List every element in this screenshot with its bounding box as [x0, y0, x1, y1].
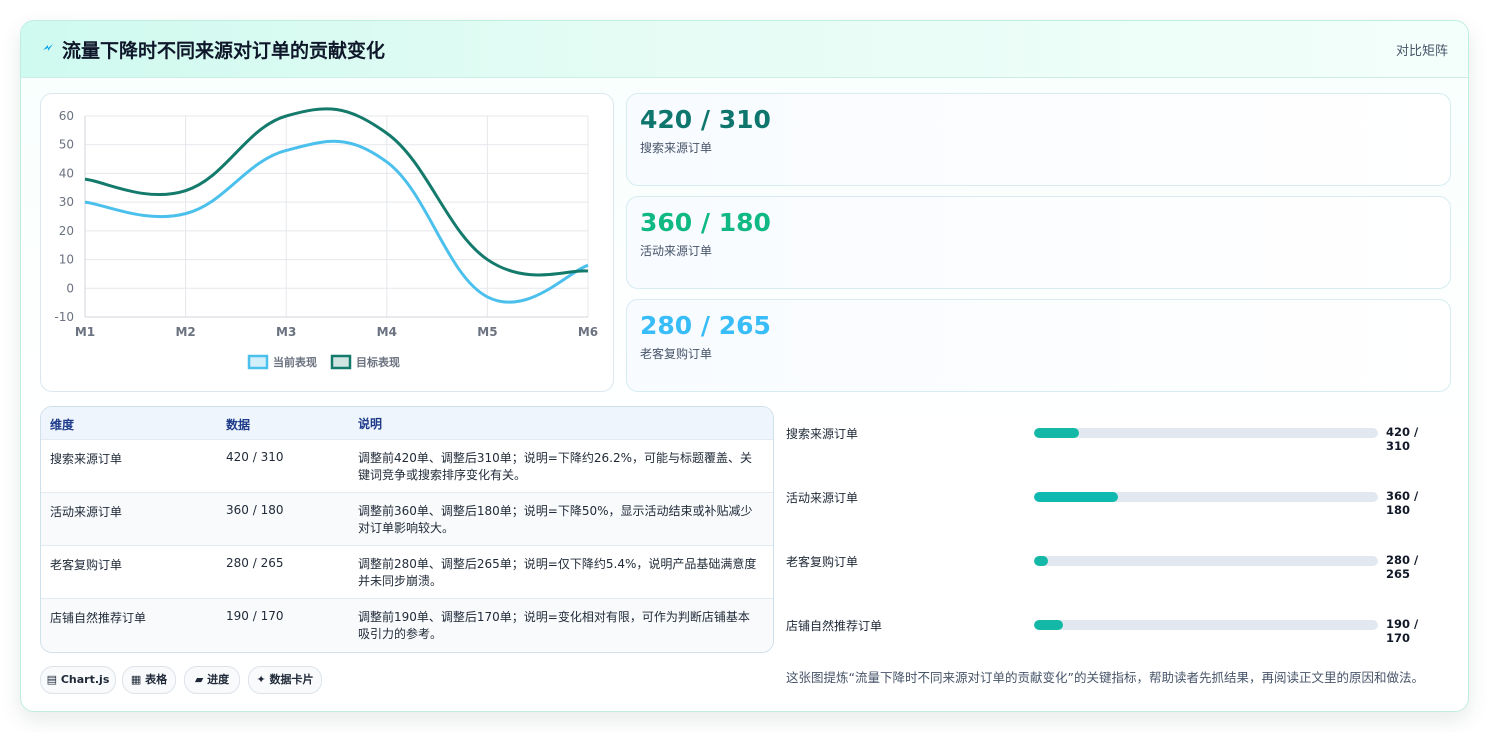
chart-icon: ▤	[46, 673, 58, 686]
card-header: 流量下降时不同来源对订单的贡献变化 对比矩阵	[21, 21, 1468, 78]
kpi-value: 420 / 310	[640, 105, 771, 134]
series-line-target	[84, 107, 589, 277]
chip-label: 表格	[145, 673, 168, 686]
cell-dimension: 老客复购订单	[50, 558, 123, 572]
cell-data: 190 / 170	[226, 609, 284, 623]
series-line-current	[84, 139, 589, 304]
progress-fill	[1034, 556, 1048, 566]
progress-label: 店铺自然推荐订单	[786, 619, 883, 633]
chip-chartjs[interactable]: ▤ Chart.js	[40, 666, 116, 694]
progress-track	[1034, 556, 1378, 566]
column-header: 数据	[226, 418, 251, 432]
progress-row: 老客复购订单 280 / 265	[786, 551, 1446, 581]
x-tick-label: M4	[377, 325, 397, 339]
table-row: 搜索来源订单 420 / 310 调整前420单、调整后310单；说明=下降约2…	[41, 440, 773, 493]
progress-fill	[1034, 492, 1119, 502]
x-tick-label: M3	[276, 325, 296, 339]
chip-data-cards[interactable]: ✦ 数据卡片	[248, 666, 322, 694]
page-title: 流量下降时不同来源对订单的贡献变化	[62, 40, 386, 62]
report-card: 流量下降时不同来源对订单的贡献变化 对比矩阵 60 50 40 30 20 10 0 -10 M…	[20, 20, 1469, 712]
x-tick-label: M1	[75, 325, 95, 339]
chip-table[interactable]: ▦ 表格	[122, 666, 176, 694]
x-tick-label: M2	[175, 325, 195, 339]
table-row: 店铺自然推荐订单 190 / 170 调整前190单、调整后170单；说明=变化…	[41, 599, 773, 651]
progress-value: 360 / 180	[1386, 489, 1419, 517]
chip-label: 数据卡片	[269, 673, 314, 686]
column-header: 说明	[358, 417, 383, 431]
kpi-label: 老客复购订单	[640, 347, 713, 361]
progress-row: 搜索来源订单 420 / 310	[786, 423, 1446, 453]
table-row: 活动来源订单 360 / 180 调整前360单、调整后180单；说明=下降50…	[41, 493, 773, 546]
chip-progress[interactable]: ▰ 进度	[184, 666, 240, 694]
progress-value: 190 / 170	[1386, 617, 1419, 645]
cell-description: 调整前190单、调整后170单；说明=变化相对有限，可作为判断店铺基本吸引力的参…	[358, 610, 750, 641]
progress-track	[1034, 620, 1378, 630]
kpi-card-activity: 360 / 180 活动来源订单	[626, 196, 1451, 289]
progress-label: 搜索来源订单	[786, 427, 859, 441]
legend-label: 目标表现	[356, 355, 400, 369]
kpi-value: 280 / 265	[640, 311, 771, 340]
chip-label: 进度	[207, 673, 230, 686]
progress-track	[1034, 492, 1378, 502]
kpi-label: 活动来源订单	[640, 244, 713, 258]
cell-data: 280 / 265	[226, 556, 284, 570]
cell-data: 420 / 310	[226, 450, 284, 464]
kpi-label: 搜索来源订单	[640, 141, 713, 155]
cell-description: 调整前280单、调整后265单；说明=仅下降约5.4%，说明产品基础满意度并未同…	[358, 557, 757, 588]
lightning-icon	[43, 44, 53, 51]
progress-value: 420 / 310	[1386, 425, 1419, 453]
cell-data: 360 / 180	[226, 503, 284, 517]
cell-dimension: 活动来源订单	[50, 505, 123, 519]
progress-track	[1034, 428, 1378, 438]
y-tick-label: 40	[59, 166, 74, 180]
cell-description: 调整前360单、调整后180单；说明=下降50%，显示活动结束或补贴减少对订单影…	[358, 504, 753, 535]
cell-dimension: 搜索来源订单	[50, 452, 123, 466]
kpi-value: 360 / 180	[640, 208, 771, 237]
y-tick-label: 50	[59, 138, 74, 152]
legend-label: 当前表现	[273, 355, 317, 369]
table-row: 老客复购订单 280 / 265 调整前280单、调整后265单；说明=仅下降约…	[41, 546, 773, 599]
view-tag: 对比矩阵	[1395, 44, 1448, 59]
x-tick-label: M6	[578, 325, 598, 339]
column-header: 维度	[50, 418, 75, 432]
legend-swatch	[330, 354, 352, 370]
table-icon: ▦	[130, 673, 142, 686]
progress-label: 活动来源订单	[786, 491, 859, 505]
progress-icon: ▰	[194, 673, 204, 686]
progress-fill	[1034, 428, 1079, 438]
line-chart-panel: 60 50 40 30 20 10 0 -10 M1 M2 M3 M4 M5 M6 当前表现 目标表现	[40, 93, 614, 392]
y-tick-label: 30	[59, 195, 74, 209]
legend-swatch	[247, 354, 269, 370]
table-header-row: 维度 数据 说明	[41, 407, 773, 440]
kpi-card-search: 420 / 310 搜索来源订单	[626, 93, 1451, 186]
progress-fill	[1034, 620, 1064, 630]
chip-label: Chart.js	[60, 673, 110, 686]
summary-note: 这张图提炼“流量下降时不同来源对订单的贡献变化”的关键指标，帮助读者先抓结果，再…	[786, 670, 1424, 685]
cell-description: 调整前420单、调整后310单；说明=下降约26.2%，可能与标题覆盖、关键词竞…	[358, 451, 752, 482]
x-tick-label: M5	[477, 325, 497, 339]
progress-label: 老客复购订单	[786, 555, 859, 569]
data-table: 维度 数据 说明 搜索来源订单 420 / 310 调整前420单、调整后310…	[40, 406, 774, 653]
cell-dimension: 店铺自然推荐订单	[50, 611, 147, 625]
kpi-card-repurchase: 280 / 265 老客复购订单	[626, 299, 1451, 392]
y-tick-label: 20	[59, 224, 74, 238]
sparkle-icon: ✦	[256, 673, 266, 686]
y-tick-label: 0	[66, 281, 74, 295]
y-tick-label: 60	[59, 109, 74, 123]
progress-value: 280 / 265	[1386, 553, 1419, 581]
progress-row: 活动来源订单 360 / 180	[786, 487, 1446, 517]
progress-row: 店铺自然推荐订单 190 / 170	[786, 615, 1446, 645]
y-tick-label: 10	[59, 253, 74, 267]
line-chart: 60 50 40 30 20 10 0 -10M1 M2 M3 M4 M5 M6 当前表现 目标表现	[54, 107, 598, 370]
y-tick-label: -10	[54, 310, 74, 324]
